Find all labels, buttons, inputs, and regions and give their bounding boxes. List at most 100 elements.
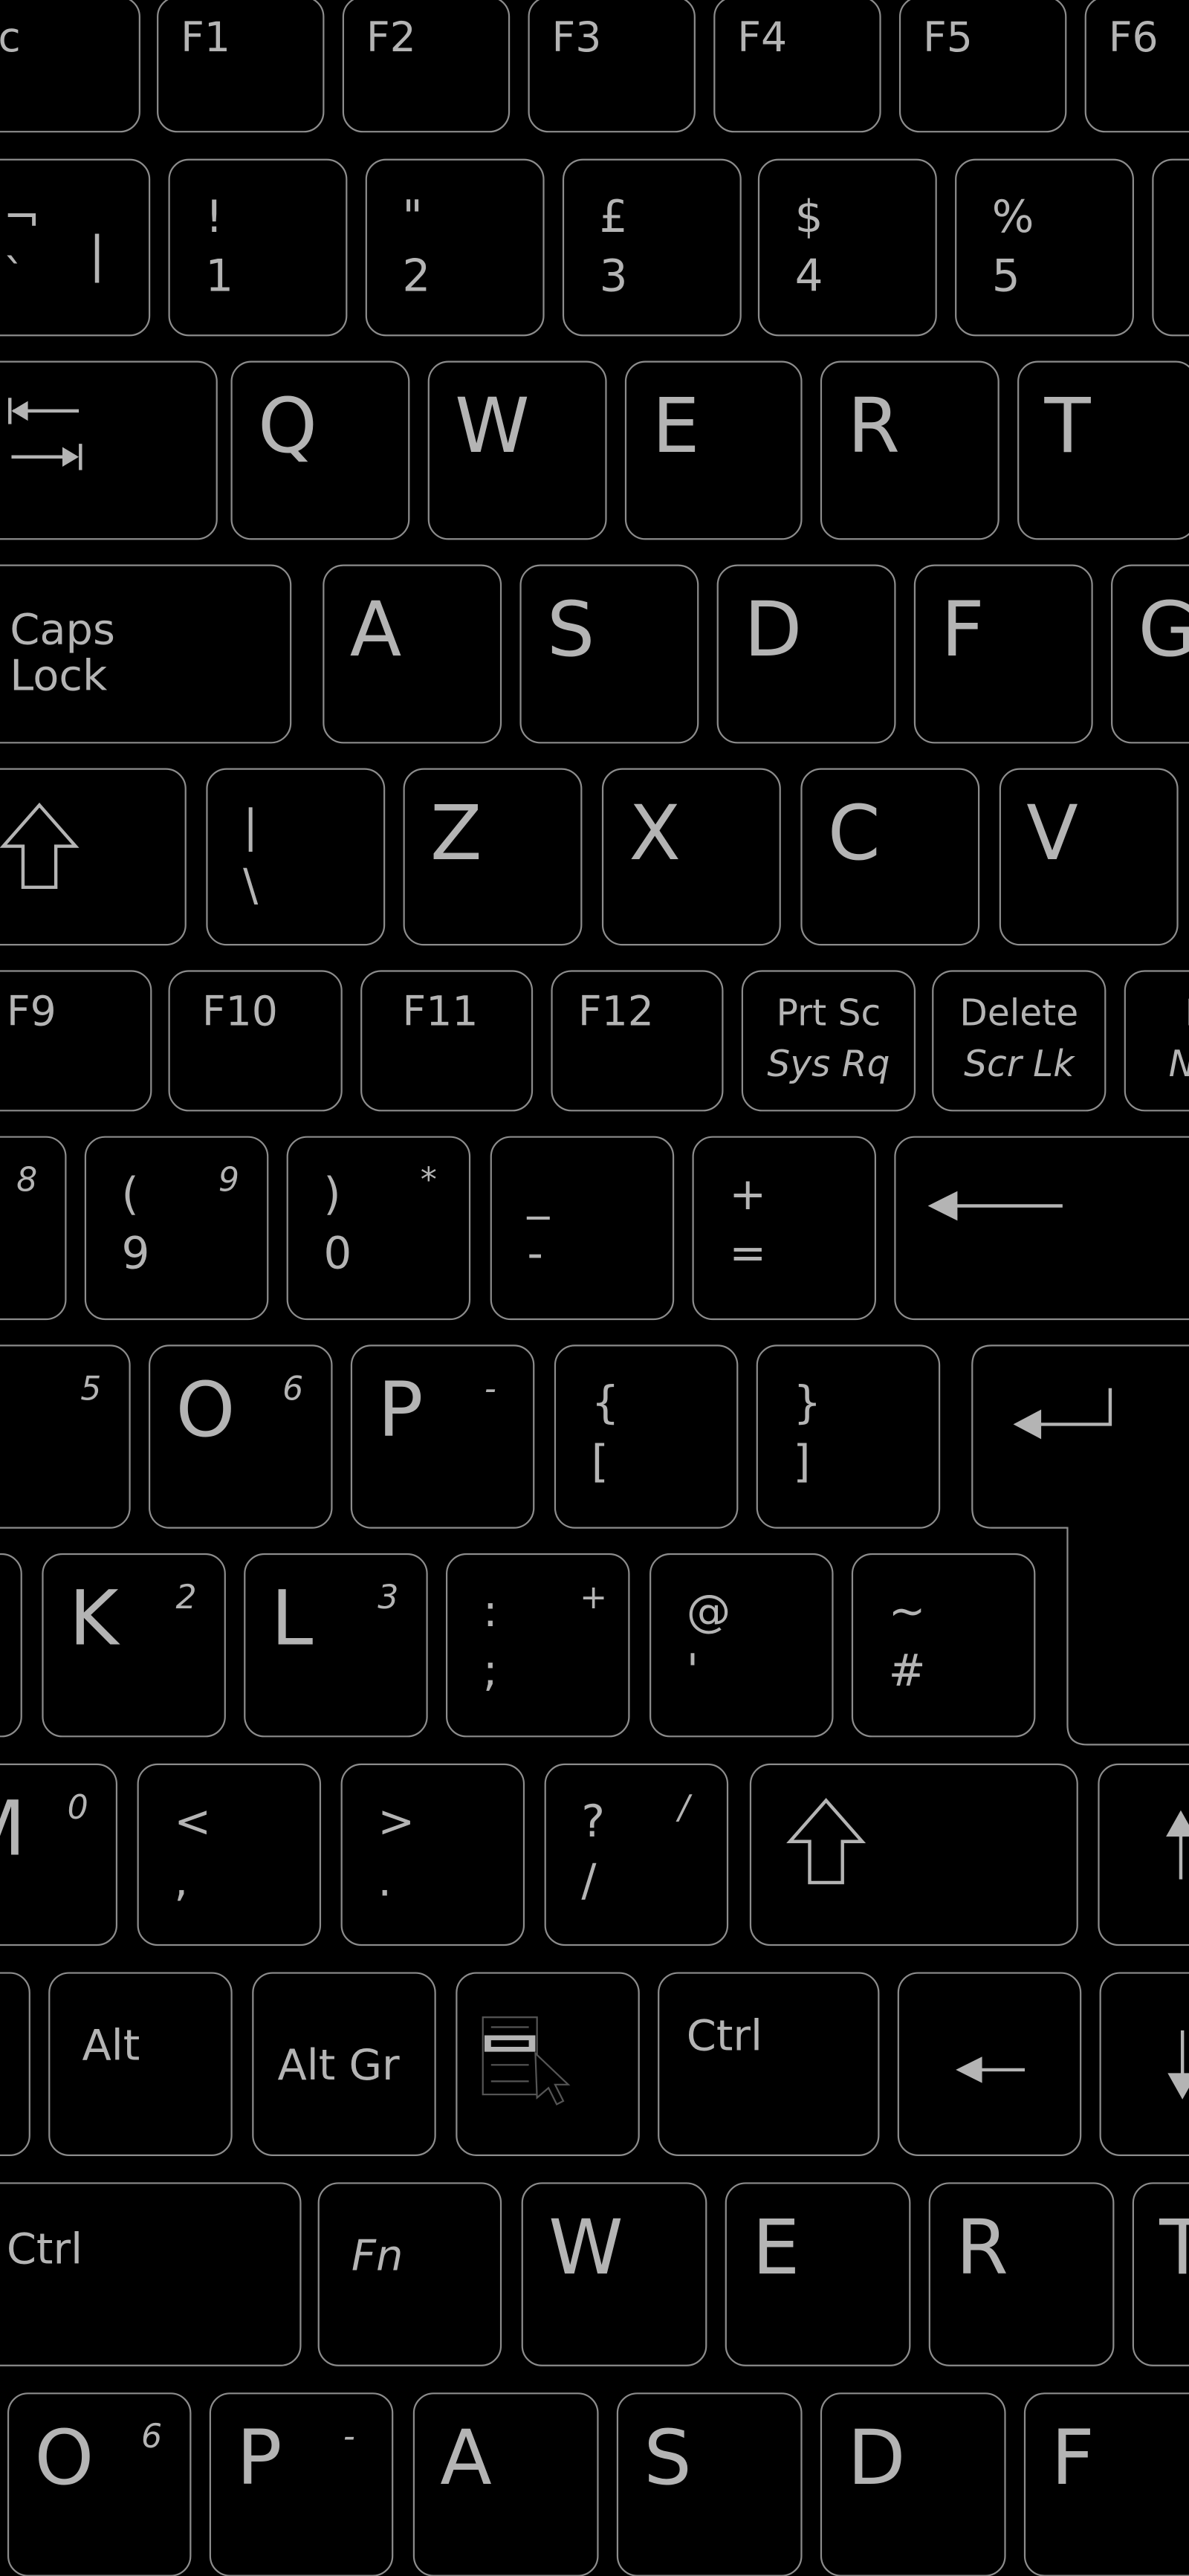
key-cap[interactable] — [749, 1763, 1078, 1946]
key-f4[interactable]: F4 — [713, 0, 881, 133]
key--[interactable]: ~# — [851, 1553, 1036, 1738]
key-z[interactable]: Z — [403, 768, 583, 946]
key-cap[interactable] — [0, 158, 151, 337]
key-cap[interactable] — [0, 0, 140, 133]
key-cap[interactable] — [1023, 2392, 1189, 2576]
key-arrow-up-icon[interactable] — [1098, 1763, 1189, 1946]
key-cap[interactable] — [544, 1763, 729, 1946]
key--[interactable]: ?// — [544, 1763, 729, 1946]
key-a[interactable]: A — [412, 2392, 599, 2576]
key-cap[interactable] — [0, 1553, 22, 1738]
key-s[interactable]: S — [519, 564, 699, 744]
key-ins[interactable]: Ins Num — [1124, 970, 1189, 1112]
key-shift-icon[interactable] — [0, 768, 187, 946]
key-s[interactable]: S — [616, 2392, 803, 2576]
key--[interactable]: += — [692, 1136, 877, 1321]
key--[interactable]: ¬ ` | — [0, 158, 151, 337]
key-cap[interactable] — [554, 1344, 739, 1529]
key-cap[interactable] — [0, 1344, 131, 1529]
key-cap[interactable] — [0, 768, 187, 946]
key-cap[interactable] — [490, 1136, 675, 1321]
key-alt[interactable]: Alt — [48, 1972, 233, 2156]
key-o[interactable]: O6 — [7, 2392, 192, 2576]
key-delete[interactable]: Delete Scr Lk — [932, 970, 1107, 1112]
key-cap[interactable] — [756, 1344, 941, 1529]
key-tab-icon[interactable] — [0, 360, 218, 540]
key--[interactable]: }] — [756, 1344, 941, 1529]
key-o[interactable]: O6 — [149, 1344, 333, 1529]
key--[interactable]: _- — [490, 1136, 675, 1321]
key-q[interactable]: Q — [230, 360, 410, 540]
key-arrow-left-icon[interactable] — [897, 1972, 1082, 2156]
key-cap[interactable] — [894, 1136, 1189, 1321]
key-ctrl[interactable]: Ctrl — [0, 2182, 302, 2366]
key-f5[interactable]: F5 — [898, 0, 1067, 133]
key-e[interactable]: E — [725, 2182, 911, 2366]
key-esc[interactable]: Esc — [0, 0, 140, 133]
key-5[interactable]: %5 — [955, 158, 1134, 337]
key-cap[interactable] — [206, 768, 386, 946]
key--[interactable]: >. — [340, 1763, 525, 1946]
key-cap[interactable] — [0, 360, 218, 540]
key-f11[interactable]: F11 — [360, 970, 534, 1112]
key-v[interactable]: V — [999, 768, 1179, 946]
key-cap[interactable] — [757, 158, 937, 337]
key-d[interactable]: D — [820, 2392, 1006, 2576]
key-w[interactable]: W — [427, 360, 607, 540]
key-cap[interactable] — [658, 1972, 880, 2156]
key-prt-sc[interactable]: Prt Sc Sys Rq — [741, 970, 916, 1112]
key-arrow-down-icon[interactable] — [1099, 1972, 1189, 2156]
key-t[interactable]: T — [1132, 2182, 1189, 2366]
key-cap[interactable] — [562, 158, 742, 337]
key-k[interactable]: K2 — [42, 1553, 226, 1738]
key-a[interactable]: A — [323, 564, 502, 744]
key-blank[interactable] — [0, 1972, 30, 2156]
key-3[interactable]: £3 — [562, 158, 742, 337]
key-f[interactable]: F — [1023, 2392, 1189, 2576]
key-shift-icon[interactable] — [749, 1763, 1078, 1946]
key-f9[interactable]: F9 — [0, 970, 152, 1112]
key-ctrl[interactable]: Ctrl — [658, 1972, 880, 2156]
key-w[interactable]: W — [521, 2182, 707, 2366]
key-fn[interactable]: Fn — [317, 2182, 502, 2366]
key-blank[interactable]: 5 — [0, 1344, 131, 1529]
key-1[interactable]: !1 — [168, 158, 348, 337]
key-6[interactable]: ^6 — [1152, 158, 1189, 337]
key-alt-gr[interactable]: Alt Gr — [252, 1972, 436, 2156]
key--[interactable]: @' — [649, 1553, 834, 1738]
key-4[interactable]: $4 — [757, 158, 937, 337]
key-f6[interactable]: F6 — [1084, 0, 1189, 133]
key-f10[interactable]: F10 — [168, 970, 343, 1112]
key-t[interactable]: T — [1017, 360, 1189, 540]
key-cap[interactable] — [1152, 158, 1189, 337]
key-p[interactable]: P- — [209, 2392, 394, 2576]
key-blank[interactable] — [0, 1553, 22, 1738]
key-cap[interactable] — [286, 1136, 471, 1321]
key-f3[interactable]: F3 — [528, 0, 696, 133]
key-caps[interactable]: CapsLock — [0, 564, 292, 744]
key-c[interactable]: C — [800, 768, 980, 946]
key-cap[interactable] — [340, 1763, 525, 1946]
key--[interactable]: {[ — [554, 1344, 739, 1529]
key-e[interactable]: E — [624, 360, 803, 540]
key-cap[interactable] — [851, 1553, 1036, 1738]
key-cap[interactable] — [0, 2182, 302, 2366]
key-cap[interactable] — [955, 158, 1134, 337]
key-g[interactable]: G — [1111, 564, 1189, 744]
key-m[interactable]: M0 — [0, 1763, 118, 1946]
key-p[interactable]: P- — [350, 1344, 535, 1529]
key-cap[interactable] — [1124, 970, 1189, 1112]
key-cap[interactable] — [1098, 1763, 1189, 1946]
key-cap[interactable] — [692, 1136, 877, 1321]
key-menu-icon[interactable] — [456, 1972, 640, 2156]
key-cap[interactable] — [137, 1763, 322, 1946]
key-0[interactable]: ) 0 * — [286, 1136, 471, 1321]
key-d[interactable]: D — [716, 564, 896, 744]
key-backspace-icon[interactable] — [894, 1136, 1189, 1321]
key-l[interactable]: L3 — [244, 1553, 428, 1738]
key-r[interactable]: R — [928, 2182, 1115, 2366]
key-2[interactable]: "2 — [365, 158, 545, 337]
key-blank[interactable]: 8 — [0, 1136, 67, 1321]
key-cap[interactable] — [365, 158, 545, 337]
key-cap[interactable] — [84, 1136, 269, 1321]
